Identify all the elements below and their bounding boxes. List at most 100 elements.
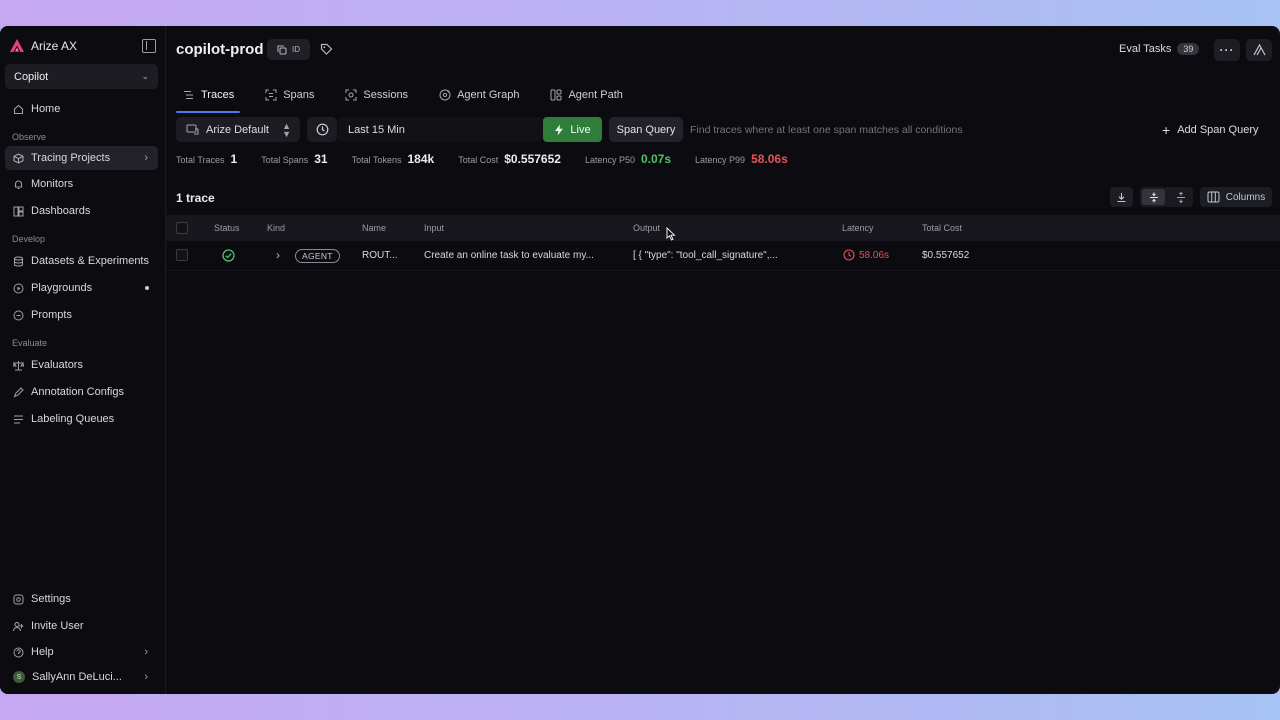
select-all-checkbox[interactable] (176, 222, 188, 234)
filter-toolbar: Arize Default ▲ ▼ Last 15 Min Live Span Q… (176, 117, 1278, 142)
main-content: copilot-prod ID Eval Tasks 39 ··· Traces (166, 26, 1280, 694)
column-header-status[interactable]: Status (214, 223, 240, 233)
sidebar-item-evaluators[interactable]: Evaluators (5, 353, 158, 377)
scale-icon (13, 360, 24, 371)
columns-button[interactable]: Columns (1200, 187, 1272, 207)
live-button[interactable]: Live (543, 117, 602, 142)
sidebar-item-settings[interactable]: Settings (5, 587, 158, 611)
time-range-selector[interactable]: Last 15 Min (338, 117, 544, 142)
column-header-input[interactable]: Input (424, 223, 444, 233)
tab-traces[interactable]: Traces (176, 81, 241, 113)
add-span-query-button[interactable]: + Add Span Query (1162, 117, 1259, 142)
add-user-icon (13, 621, 24, 632)
bell-icon (13, 179, 24, 190)
add-span-query-label: Add Span Query (1177, 123, 1259, 136)
eval-tasks-button[interactable]: Eval Tasks 39 (1119, 43, 1200, 55)
sidebar-item-user[interactable]: S SallyAnn DeLuci... › (5, 665, 158, 689)
trace-name[interactable]: ROUT... (362, 250, 404, 261)
sidebar-item-label: Tracing Projects (31, 152, 111, 164)
view-tabs: Traces Spans Sessions Agent Graph Agent … (176, 81, 629, 113)
status-ok-icon (222, 249, 235, 265)
sidebar-item-tracing-projects[interactable]: Tracing Projects › (5, 146, 158, 170)
stat-total-cost: Total Cost $0.557652 (458, 152, 561, 166)
column-header-name[interactable]: Name (362, 223, 386, 233)
sidebar-item-label: Evaluators (31, 359, 83, 371)
sidebar-item-playgrounds[interactable]: Playgrounds (5, 276, 158, 300)
sidebar-item-label: Dashboards (31, 205, 91, 217)
sidebar-item-label: Invite User (31, 620, 84, 632)
span-query-label: Span Query (616, 123, 676, 136)
sidebar-item-label: Labeling Queues (31, 413, 115, 425)
stat-latency-p50: Latency P50 0.07s (585, 152, 671, 166)
updown-chevron-icon: ▲ ▼ (282, 120, 291, 139)
sidebar-item-label: Monitors (31, 178, 74, 190)
path-icon (549, 89, 562, 102)
eval-tasks-label: Eval Tasks (1119, 43, 1172, 55)
project-selector[interactable]: Copilot ⌄ (5, 64, 158, 89)
more-options-button[interactable]: ··· (1214, 39, 1240, 61)
space-selector-label: Arize Default (206, 123, 269, 136)
sidebar-item-label: Prompts (31, 309, 72, 321)
stat-value: 58.06s (751, 152, 788, 166)
time-range-label: Last 15 Min (348, 123, 405, 136)
span-query-input[interactable] (685, 117, 1155, 142)
row-checkbox[interactable] (176, 249, 188, 261)
alyx-assistant-button[interactable] (1246, 39, 1272, 61)
copy-id-button[interactable]: ID (267, 39, 310, 60)
tab-sessions[interactable]: Sessions (338, 81, 414, 109)
span-query-button[interactable]: Span Query (609, 117, 683, 142)
sidebar-item-monitors[interactable]: Monitors (5, 172, 158, 196)
sidebar-item-label: Settings (31, 593, 71, 605)
sidebar-item-dashboards[interactable]: Dashboards (5, 199, 158, 223)
sidebar-item-home[interactable]: Home (5, 97, 158, 121)
chevron-down-icon: ⌄ (141, 71, 149, 81)
table-header: Status Kind Name Input Output Latency To… (166, 215, 1280, 241)
brand-name: Arize AX (31, 39, 78, 53)
section-evaluate: Evaluate (12, 338, 48, 348)
chevron-right-icon: › (144, 671, 148, 683)
sidebar-item-label: Annotation Configs (31, 386, 124, 398)
collapse-sidebar-icon[interactable] (142, 39, 156, 53)
table-row[interactable]: › AGENT ROUT... Create an online task to… (166, 241, 1280, 271)
tab-agent-graph[interactable]: Agent Graph (432, 81, 525, 109)
download-button[interactable] (1110, 187, 1133, 207)
tab-spans[interactable]: Spans (258, 81, 320, 109)
dashboard-icon (13, 206, 24, 217)
latency-cell: 58.06s (843, 249, 889, 261)
project-selector-label: Copilot (14, 70, 49, 83)
tab-label: Agent Path (568, 89, 623, 101)
play-circle-icon (13, 283, 24, 294)
expanded-rows-icon[interactable] (1169, 189, 1192, 205)
kind-badge: AGENT (295, 249, 340, 263)
expand-row-chevron-icon[interactable]: › (276, 248, 280, 262)
compact-rows-icon[interactable] (1142, 189, 1165, 205)
plus-icon: + (1162, 121, 1171, 138)
sidebar-item-labeling-queues[interactable]: Labeling Queues (5, 407, 158, 431)
columns-label: Columns (1225, 191, 1266, 203)
space-selector[interactable]: Arize Default ▲ ▼ (176, 117, 300, 142)
sidebar-item-label: Home (31, 103, 61, 115)
tab-agent-path[interactable]: Agent Path (543, 81, 628, 109)
stat-total-traces: Total Traces 1 (176, 152, 237, 166)
time-picker-button[interactable] (307, 117, 337, 142)
column-header-total-cost[interactable]: Total Cost (922, 223, 962, 233)
sidebar-item-datasets[interactable]: Datasets & Experiments (5, 249, 158, 273)
id-chip-label: ID (292, 45, 300, 54)
annotation-icon (13, 386, 24, 398)
column-header-kind[interactable]: Kind (267, 223, 285, 233)
sidebar-item-help[interactable]: Help › (5, 640, 158, 664)
stat-label: Total Spans (261, 155, 309, 165)
row-density-toggle[interactable] (1140, 187, 1193, 207)
chevron-right-icon: › (144, 646, 148, 658)
cube-icon (13, 152, 24, 164)
column-header-latency[interactable]: Latency (842, 223, 874, 233)
sidebar-item-prompts[interactable]: Prompts (5, 303, 158, 327)
sidebar-item-invite-user[interactable]: Invite User (5, 614, 158, 638)
stat-label: Total Cost (458, 155, 499, 165)
sidebar-item-annotation-configs[interactable]: Annotation Configs (5, 380, 158, 404)
tag-icon[interactable] (320, 43, 333, 56)
column-header-output[interactable]: Output (633, 223, 660, 233)
total-cost-cell: $0.557652 (922, 250, 970, 261)
brand[interactable]: Arize AX (9, 38, 77, 54)
stat-value: 31 (314, 152, 328, 166)
